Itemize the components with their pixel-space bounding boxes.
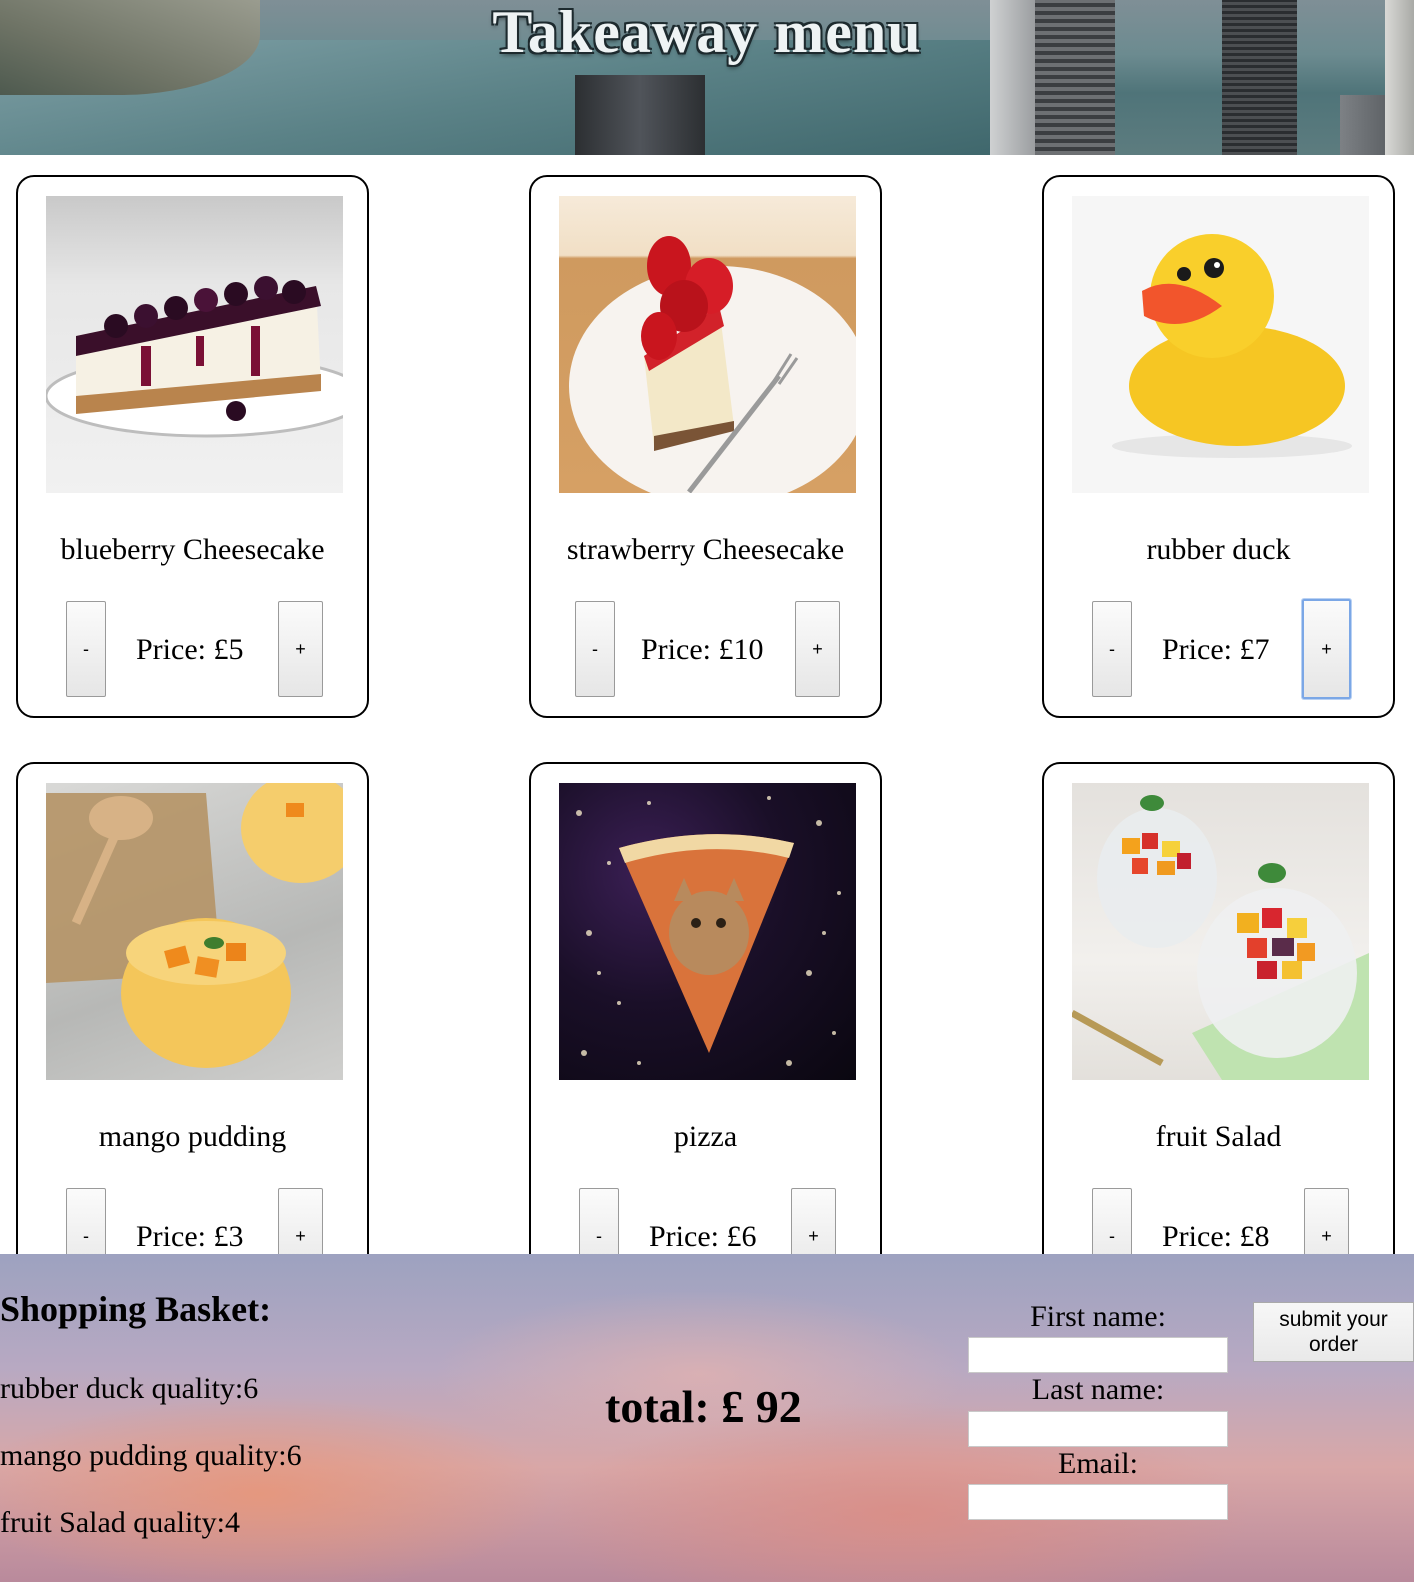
order-total: total: £ 92 [605,1381,802,1432]
mango-pudding-image [46,783,343,1080]
menu-card-blueberry-cheesecake: blueberry Cheesecake - Price: £5 + [16,175,369,718]
last-name-field[interactable] [968,1411,1228,1447]
fruit-salad-image [1072,783,1369,1080]
menu-card-mango-pudding: mango pudding - Price: £3 + [16,762,369,1305]
page-title: Takeaway menu [492,0,922,65]
decrease-quantity-button[interactable]: - [575,601,615,697]
last-name-label: Last name: [1031,1373,1165,1406]
increase-quantity-button[interactable]: + [795,601,840,697]
item-price: Price: £8 [1162,1220,1270,1253]
strawberry-cheesecake-image [559,196,856,493]
item-name: strawberry Cheesecake [566,533,845,566]
basket-line-item: rubber duck quality:6 [0,1372,259,1405]
item-name: blueberry Cheesecake [60,533,325,566]
increase-quantity-button[interactable]: + [1302,599,1351,699]
basket-line-item: fruit Salad quality:4 [0,1506,240,1539]
menu-card-rubber-duck: rubber duck - Price: £7 + [1042,175,1395,718]
menu-card-strawberry-cheesecake: strawberry Cheesecake - Price: £10 + [529,175,882,718]
basket-line-item: mango pudding quality:6 [0,1439,302,1472]
menu-card-pizza: pizza - Price: £6 + [529,762,882,1305]
item-price: Price: £7 [1162,633,1270,666]
email-field[interactable] [968,1484,1228,1520]
item-name: mango pudding [98,1120,287,1153]
menu-card-fruit-salad: fruit Salad - Price: £8 + [1042,762,1395,1305]
item-price: Price: £6 [649,1220,757,1253]
first-name-label: First name: [1030,1300,1166,1333]
rubber-duck-image [1072,196,1369,493]
item-name: rubber duck [1146,533,1291,566]
item-price: Price: £5 [136,633,244,666]
building [575,75,705,155]
item-name: pizza [673,1120,738,1153]
submit-order-button[interactable]: submit your order [1253,1302,1414,1362]
basket-title: Shopping Basket: [0,1289,272,1329]
item-name: fruit Salad [1155,1120,1282,1153]
first-name-field[interactable] [968,1337,1228,1373]
email-label: Email: [1058,1447,1138,1480]
decrease-quantity-button[interactable]: - [1092,601,1132,697]
shopping-basket-panel: Shopping Basket: rubber duck quality:6 m… [0,1254,1414,1582]
item-price: Price: £3 [136,1220,244,1253]
header-banner: Takeaway menu [0,0,1414,155]
pizza-image [559,783,856,1080]
increase-quantity-button[interactable]: + [278,601,323,697]
item-price: Price: £10 [641,633,764,666]
blueberry-cheesecake-image [46,196,343,493]
decrease-quantity-button[interactable]: - [66,601,106,697]
